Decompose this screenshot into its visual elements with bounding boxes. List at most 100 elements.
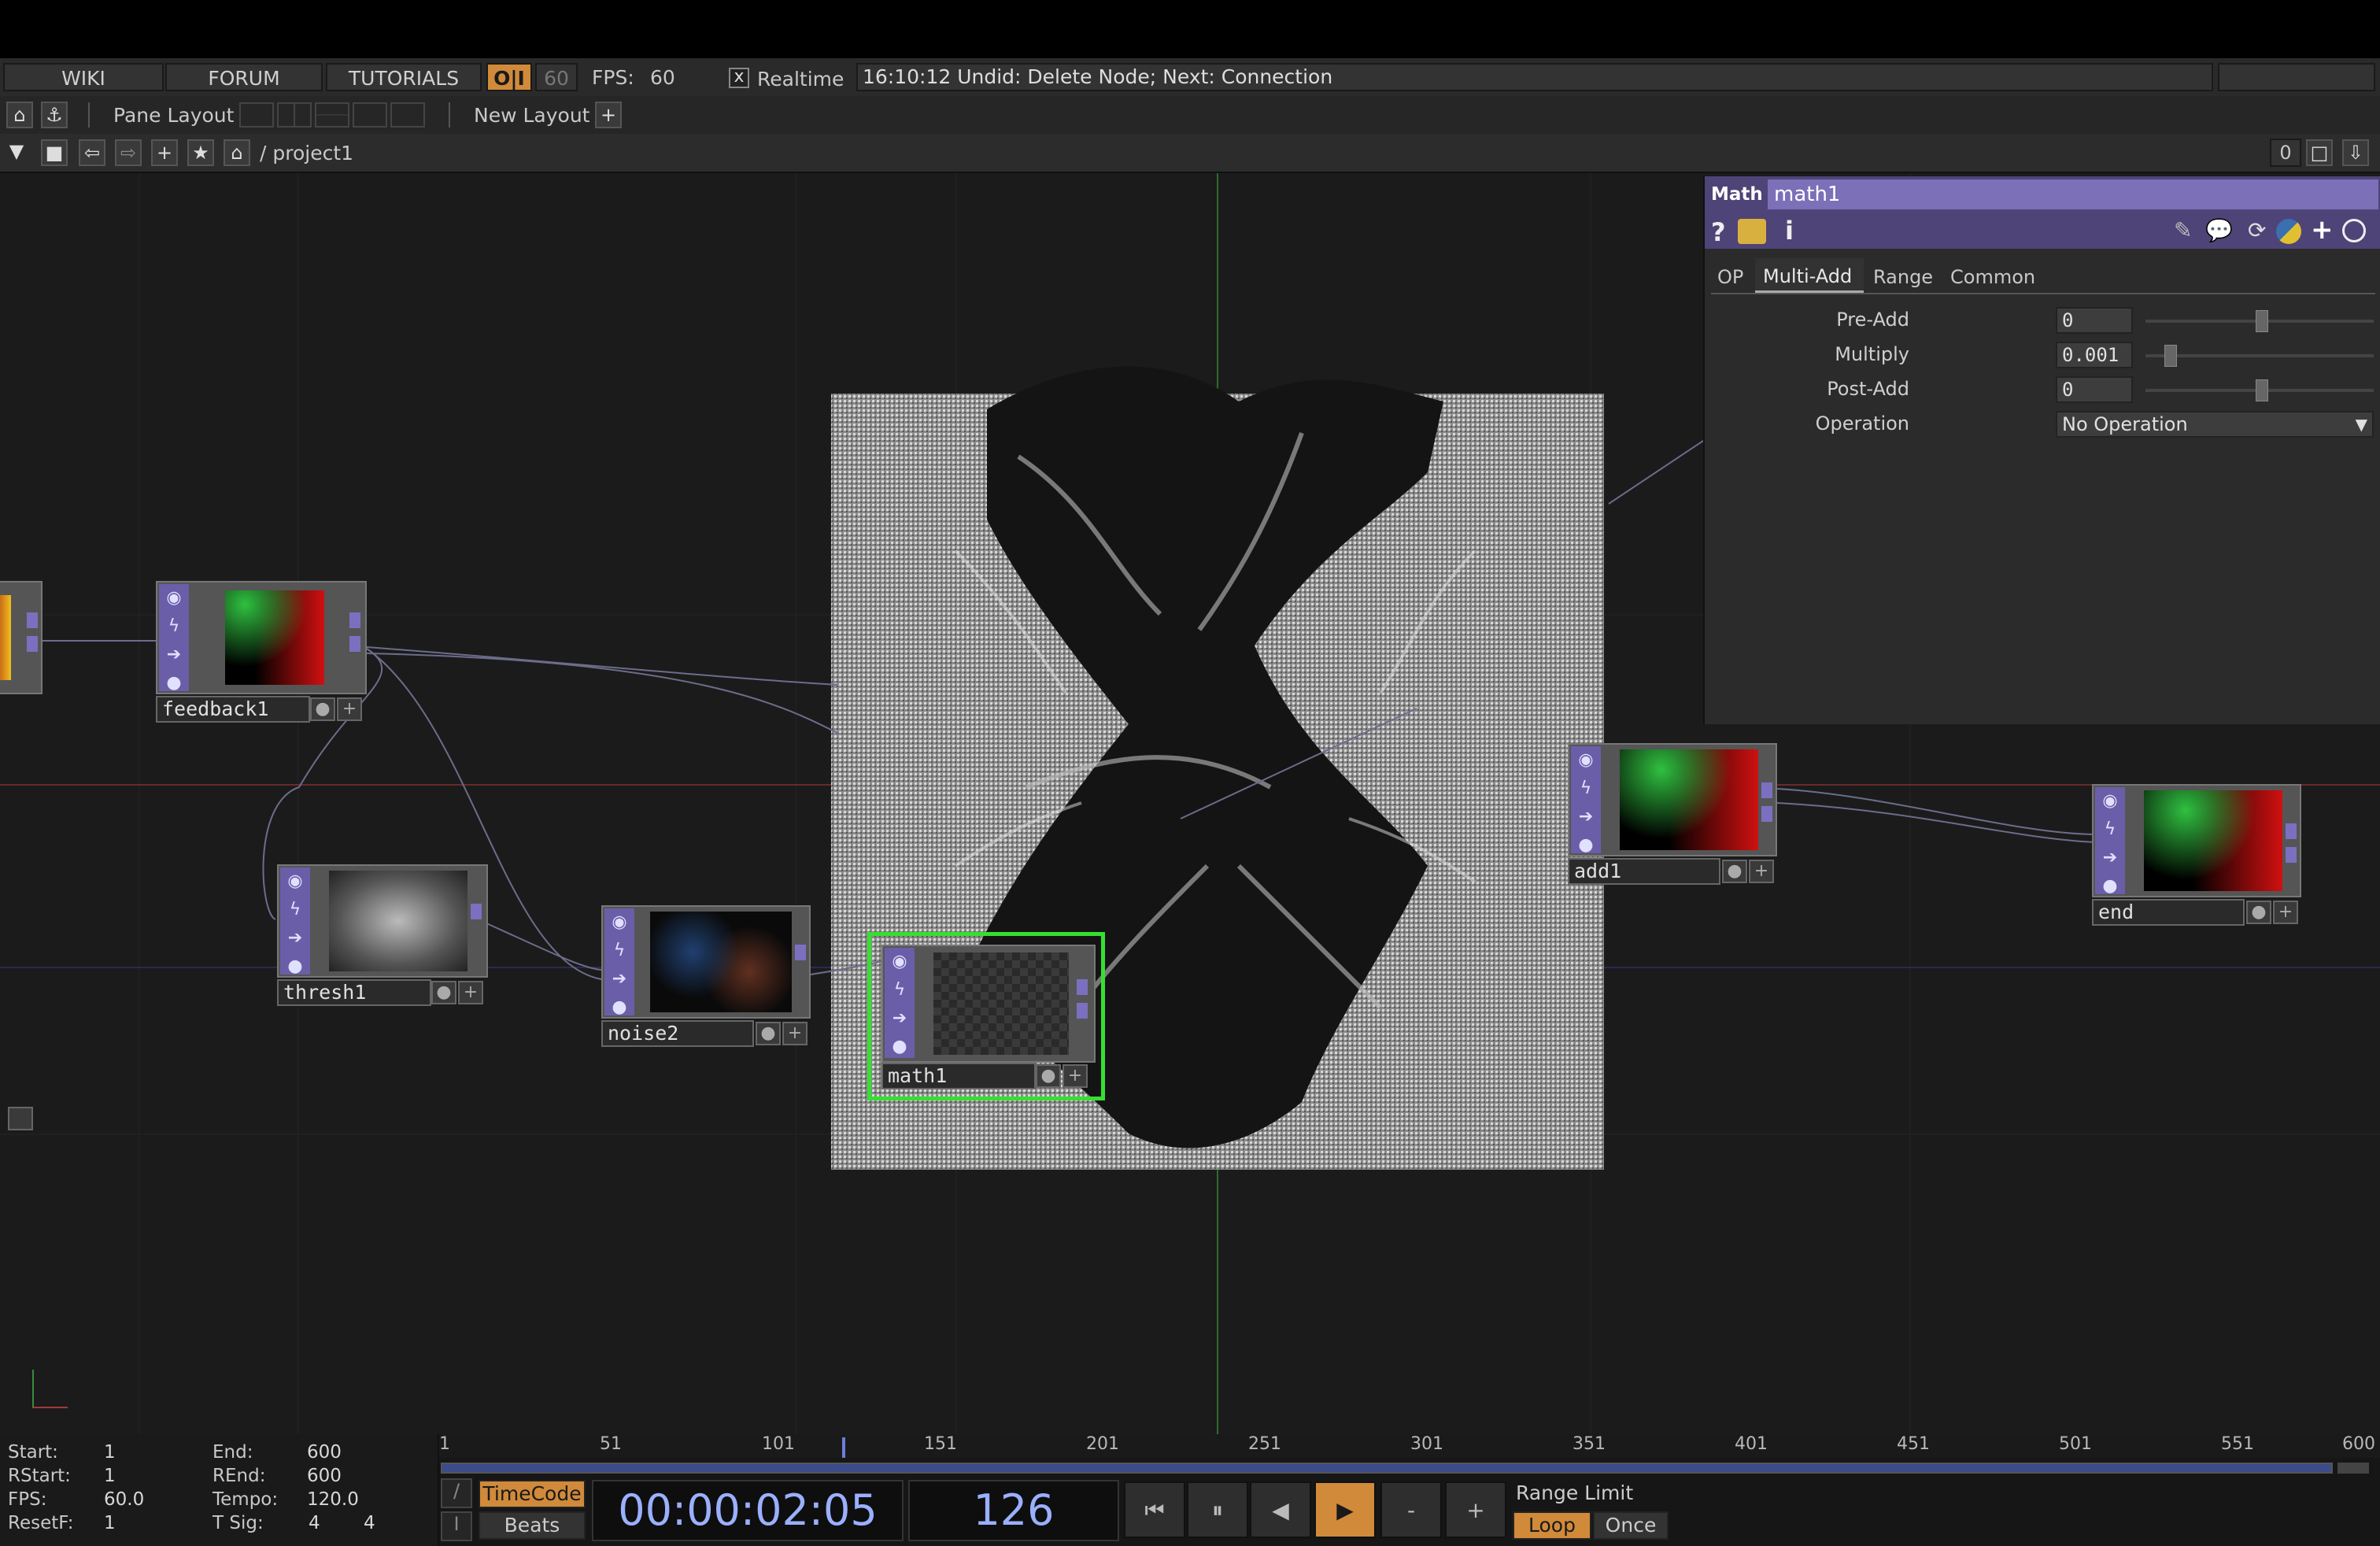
tab-op[interactable]: OP [1717, 266, 1743, 288]
operation-dropdown[interactable]: No Operation ▼ [2056, 411, 2374, 438]
node-name[interactable]: feedback1 [156, 696, 310, 723]
node-cook-icon[interactable]: ϟ [604, 937, 634, 965]
tsig-value-b[interactable]: 4 [364, 1513, 375, 1533]
realtime-checkbox[interactable]: x [729, 68, 749, 88]
node-name[interactable]: noise2 [601, 1020, 754, 1047]
maximize-pane-icon[interactable]: □ [2306, 139, 2333, 166]
resetf-value[interactable]: 1 [104, 1513, 116, 1533]
i-toggle[interactable]: I [441, 1511, 472, 1541]
pane-anchor-icon[interactable]: ⚓ [41, 102, 68, 128]
playhead[interactable] [842, 1437, 845, 1458]
network-path[interactable]: / project1 [260, 142, 353, 165]
node-flag-icon[interactable]: ● [431, 981, 456, 1004]
node-viewer-icon[interactable]: ◉ [2095, 787, 2125, 816]
node-viewer-icon[interactable]: ◉ [280, 867, 310, 896]
node-flag-icon[interactable]: ● [2246, 901, 2271, 924]
node-lock-icon[interactable]: ● [885, 1033, 915, 1061]
fps-value[interactable]: 60.0 [104, 1489, 144, 1510]
layout-three-icon[interactable] [353, 102, 387, 128]
node-bypass-icon[interactable]: ➔ [1571, 803, 1601, 831]
node-add-icon[interactable]: + [782, 1022, 808, 1045]
python-icon[interactable] [2276, 219, 2301, 244]
timecode-mode-button[interactable]: TimeCode [479, 1480, 586, 1508]
range-bar[interactable] [441, 1463, 2333, 1474]
op-name-field[interactable]: math1 [1768, 179, 2378, 209]
frame-display[interactable]: 126 [908, 1480, 1119, 1541]
once-button[interactable]: Once [1593, 1511, 1669, 1540]
node-viewer-icon[interactable]: ◉ [159, 584, 189, 612]
tempo-value[interactable]: 120.0 [307, 1489, 359, 1510]
edit-pencil-icon[interactable]: ✎ [2174, 217, 2192, 243]
add-custom-icon[interactable]: + [2311, 214, 2334, 246]
tab-range[interactable]: Range [1873, 266, 1933, 288]
pause-icon[interactable]: ⏸ [1187, 1481, 1248, 1538]
node-bypass-icon[interactable]: ➔ [2095, 844, 2125, 872]
stop-icon[interactable]: ■ [41, 139, 68, 166]
node-add-icon[interactable]: + [1062, 1064, 1088, 1088]
node-flag-icon[interactable]: ● [756, 1022, 781, 1045]
pane-split-icon[interactable]: ⇩ [2342, 139, 2369, 166]
node-cook-icon[interactable]: ϟ [159, 612, 189, 641]
node-viewer-icon[interactable]: ◉ [604, 908, 634, 937]
rend-value[interactable]: 600 [307, 1466, 342, 1486]
node-lock-icon[interactable]: ● [280, 952, 310, 981]
node-cook-icon[interactable]: ϟ [2095, 816, 2125, 844]
wiki-button[interactable]: WIKI [3, 63, 164, 91]
slash-toggle[interactable]: / [441, 1478, 472, 1508]
frame-minus-button[interactable]: - [1380, 1481, 1442, 1538]
parent-network-icon[interactable]: ⌂ [224, 139, 250, 166]
node-add-icon[interactable]: + [1749, 860, 1774, 883]
node-viewer-icon[interactable]: ◉ [1571, 746, 1601, 775]
node-lock-icon[interactable]: ● [2095, 872, 2125, 901]
forum-button[interactable]: FORUM [165, 63, 323, 91]
multiply-slider-knob[interactable] [2164, 345, 2177, 367]
step-back-icon[interactable]: ◀ [1250, 1481, 1311, 1538]
node-flag-icon[interactable]: ● [310, 697, 335, 721]
tsig-value-a[interactable]: 4 [309, 1513, 320, 1533]
back-arrow-icon[interactable]: ⇦ [79, 139, 105, 166]
node-bypass-icon[interactable]: ➔ [885, 1004, 915, 1033]
node-flag-icon[interactable]: ● [1722, 860, 1747, 883]
node-bypass-icon[interactable]: ➔ [280, 924, 310, 952]
node-cook-icon[interactable]: ϟ [280, 896, 310, 924]
end-value[interactable]: 600 [307, 1442, 342, 1463]
bookmark-star-icon[interactable]: ★ [187, 139, 214, 166]
target-icon[interactable] [2342, 219, 2366, 242]
layout-quad-icon[interactable] [390, 102, 425, 128]
layout-single-icon[interactable] [239, 102, 274, 128]
node-bypass-icon[interactable]: ➔ [604, 965, 634, 993]
rewind-to-start-icon[interactable]: ⏮ [1124, 1481, 1185, 1538]
node-bypass-icon[interactable]: ➔ [159, 641, 189, 669]
fps-limit-field[interactable]: 60 [535, 63, 578, 91]
rstart-value[interactable]: 1 [104, 1466, 116, 1486]
tab-multi-add[interactable]: Multi-Add [1755, 258, 1864, 293]
node-viewer-icon[interactable]: ◉ [885, 948, 915, 976]
frame-plus-button[interactable]: + [1445, 1481, 1506, 1538]
help-icon[interactable]: ? [1711, 217, 1726, 247]
multiply-slider-track[interactable] [2145, 354, 2374, 357]
forward-arrow-icon[interactable]: ⇨ [115, 139, 142, 166]
node-lock-icon[interactable]: ● [604, 993, 634, 1022]
range-bar-end[interactable] [2338, 1463, 2369, 1474]
node-add-icon[interactable]: + [458, 981, 483, 1004]
loop-button[interactable]: Loop [1513, 1511, 1591, 1540]
node-cook-icon[interactable]: ϟ [885, 976, 915, 1004]
layout-split-v-icon[interactable] [277, 102, 312, 128]
pane-menu-chevron-icon[interactable]: ▼ [3, 139, 30, 166]
pre-add-field[interactable]: 0 [2056, 307, 2133, 334]
node-name[interactable]: add1 [1568, 858, 1720, 885]
oi-toggle-button[interactable]: O|I [486, 63, 532, 91]
start-value[interactable]: 1 [104, 1442, 116, 1463]
timecode-display[interactable]: 00:00:02:05 [592, 1480, 904, 1541]
info-icon[interactable]: i [1785, 216, 1794, 246]
node-add-icon[interactable]: + [2273, 901, 2298, 924]
node-name[interactable]: thresh1 [277, 979, 431, 1006]
node-add-icon[interactable]: + [337, 697, 362, 721]
node-lock-icon[interactable]: ● [1571, 831, 1601, 860]
beats-mode-button[interactable]: Beats [479, 1511, 586, 1540]
home-plus-icon[interactable]: + [151, 139, 178, 166]
play-forward-icon[interactable]: ▶ [1314, 1481, 1376, 1538]
node-flag-icon[interactable]: ● [1036, 1064, 1061, 1088]
comment-icon[interactable]: 💬 [2205, 217, 2233, 243]
node-name[interactable]: math1 [881, 1063, 1036, 1089]
